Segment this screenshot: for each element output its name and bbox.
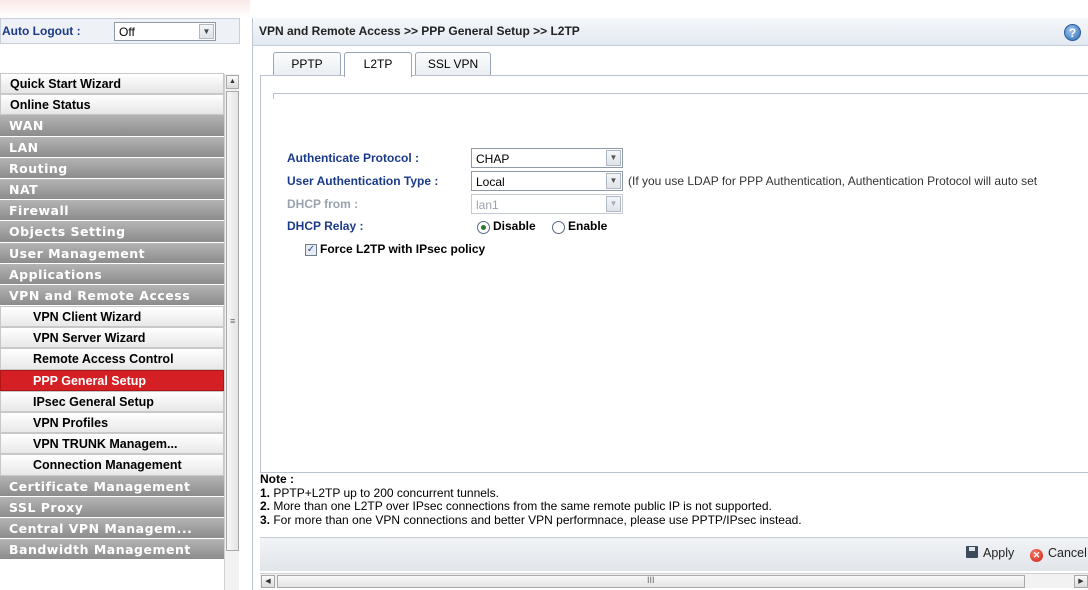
sidebar-item-nat[interactable]: NAT: [0, 178, 224, 201]
auto-logout-value: Off: [119, 25, 135, 39]
sidebar-item-vpn-client-wizard[interactable]: VPN Client Wizard: [0, 306, 224, 328]
sidebar-item-vpn-server-wizard[interactable]: VPN Server Wizard: [0, 327, 224, 349]
dhcp-relay-label: DHCP Relay :: [287, 219, 364, 233]
user-auth-type-label: User Authentication Type :: [287, 174, 439, 188]
auth-protocol-value: CHAP: [476, 152, 510, 166]
tab-ssl-vpn[interactable]: SSL VPN: [415, 52, 491, 76]
horizontal-scrollbar[interactable]: ◀ III ▶: [260, 573, 1088, 588]
sidebar-item-wan[interactable]: WAN: [0, 115, 224, 137]
auto-logout-select[interactable]: Off ▼: [114, 22, 216, 41]
dhcp-from-select: lan1 ▼: [471, 194, 623, 214]
cancel-icon: ✕: [1030, 549, 1043, 562]
sidebar-scrollbar[interactable]: ▲ ≡ ▼: [224, 74, 239, 590]
scroll-right-icon[interactable]: ▶: [1074, 575, 1088, 588]
sidebar-item-connection-management[interactable]: Connection Management: [0, 454, 224, 476]
sidebar-item-applications[interactable]: Applications: [0, 263, 224, 285]
dhcp-relay-enable-radio[interactable]: [552, 221, 565, 234]
cancel-label: Cancel: [1048, 546, 1087, 560]
sidebar-item-firewall[interactable]: Firewall: [0, 200, 224, 222]
sidebar-item-user-management[interactable]: User Management: [0, 242, 224, 264]
tab-l2tp[interactable]: L2TP: [344, 52, 412, 77]
title-bar: VPN and Remote Access >> PPP General Set…: [253, 18, 1088, 46]
settings-panel: Authenticate Protocol : CHAP ▼ User Auth…: [260, 75, 1088, 473]
chevron-down-icon[interactable]: ▼: [606, 173, 621, 189]
grip-icon: III: [647, 575, 655, 585]
sidebar-item-lan[interactable]: LAN: [0, 136, 224, 158]
sidebar-menu: Quick Start Wizard Online Status WAN LAN Rou…: [0, 73, 224, 561]
top-band: [0, 0, 250, 18]
sidebar-item-routing[interactable]: Routing: [0, 157, 224, 179]
notes-title: Note :: [260, 472, 294, 486]
apply-button[interactable]: Apply: [966, 546, 1014, 560]
force-l2tp-checkbox[interactable]: ✓: [305, 244, 317, 256]
auto-logout-bar: Auto Logout : Off ▼: [0, 18, 240, 44]
breadcrumb: VPN and Remote Access >> PPP General Set…: [259, 24, 580, 38]
sidebar-item-vpn-profiles[interactable]: VPN Profiles: [0, 412, 224, 434]
action-bar: Apply ✕ Cancel: [260, 537, 1088, 571]
chevron-down-icon: ▼: [606, 196, 621, 212]
user-auth-hint: (If you use LDAP for PPP Authentication,…: [628, 174, 1038, 188]
dhcp-relay-disable-radio[interactable]: [477, 221, 490, 234]
tab-pptp[interactable]: PPTP: [273, 52, 341, 76]
save-icon: [966, 546, 978, 558]
cancel-button[interactable]: ✕ Cancel: [1030, 546, 1087, 562]
note-item: 3. For more than one VPN connections and…: [260, 512, 802, 527]
sidebar-item-online-status[interactable]: Online Status: [0, 94, 224, 116]
hscroll-thumb[interactable]: III: [277, 575, 1025, 588]
sidebar-item-vpn-and-remote-access[interactable]: VPN and Remote Access: [0, 284, 224, 307]
sidebar-item-remote-access-control[interactable]: Remote Access Control: [0, 348, 224, 370]
sidebar-item-bandwidth-management[interactable]: Bandwidth Management: [0, 539, 224, 561]
dhcp-relay-enable-label: Enable: [568, 219, 608, 233]
chevron-down-icon[interactable]: ▼: [606, 150, 621, 166]
sidebar-item-ipsec-general-setup[interactable]: IPsec General Setup: [0, 390, 224, 412]
scroll-up-icon[interactable]: ▲: [226, 75, 239, 89]
note-item: 1. PPTP+L2TP up to 200 concurrent tunnel…: [260, 485, 499, 500]
note-item: 2. More than one L2TP over IPsec connect…: [260, 499, 772, 513]
user-auth-type-select[interactable]: Local ▼: [471, 171, 623, 191]
main-panel: VPN and Remote Access >> PPP General Set…: [252, 18, 1088, 590]
notes-section: Note : 1. PPTP+L2TP up to 200 concurrent…: [260, 472, 1088, 527]
sidebar-item-ppp-general-setup[interactable]: PPP General Setup: [0, 369, 224, 391]
help-icon[interactable]: ?: [1064, 24, 1081, 41]
auto-logout-label: Auto Logout :: [2, 24, 81, 38]
force-l2tp-label: Force L2TP with IPsec policy: [320, 242, 486, 256]
sidebar-item-ssl-proxy[interactable]: SSL Proxy: [0, 496, 224, 518]
dhcp-from-label: DHCP from :: [287, 197, 359, 211]
sidebar: Auto Logout : Off ▼ Quick Start Wizard On…: [0, 18, 240, 590]
fieldset-border: [273, 93, 1088, 94]
apply-label: Apply: [983, 546, 1015, 560]
sidebar-item-certificate-management[interactable]: Certificate Management: [0, 475, 224, 497]
dhcp-from-value: lan1: [476, 198, 499, 212]
scrollbar-thumb[interactable]: ≡: [226, 91, 239, 551]
dhcp-relay-disable-label: Disable: [493, 219, 536, 233]
grip-icon: ≡: [230, 316, 236, 326]
auth-protocol-label: Authenticate Protocol :: [287, 151, 420, 165]
sidebar-item-objects-setting[interactable]: Objects Setting: [0, 221, 224, 243]
user-auth-type-value: Local: [476, 175, 505, 189]
sidebar-item-vpn-trunk-managem[interactable]: VPN TRUNK Managem...: [0, 433, 224, 455]
chevron-down-icon[interactable]: ▼: [199, 24, 214, 39]
auth-protocol-select[interactable]: CHAP ▼: [471, 148, 623, 168]
fieldset-border-left: [273, 93, 274, 99]
sidebar-item-quick-start-wizard[interactable]: Quick Start Wizard: [0, 73, 224, 95]
scroll-left-icon[interactable]: ◀: [261, 575, 275, 588]
sidebar-item-central-vpn-managem[interactable]: Central VPN Managem...: [0, 517, 224, 540]
